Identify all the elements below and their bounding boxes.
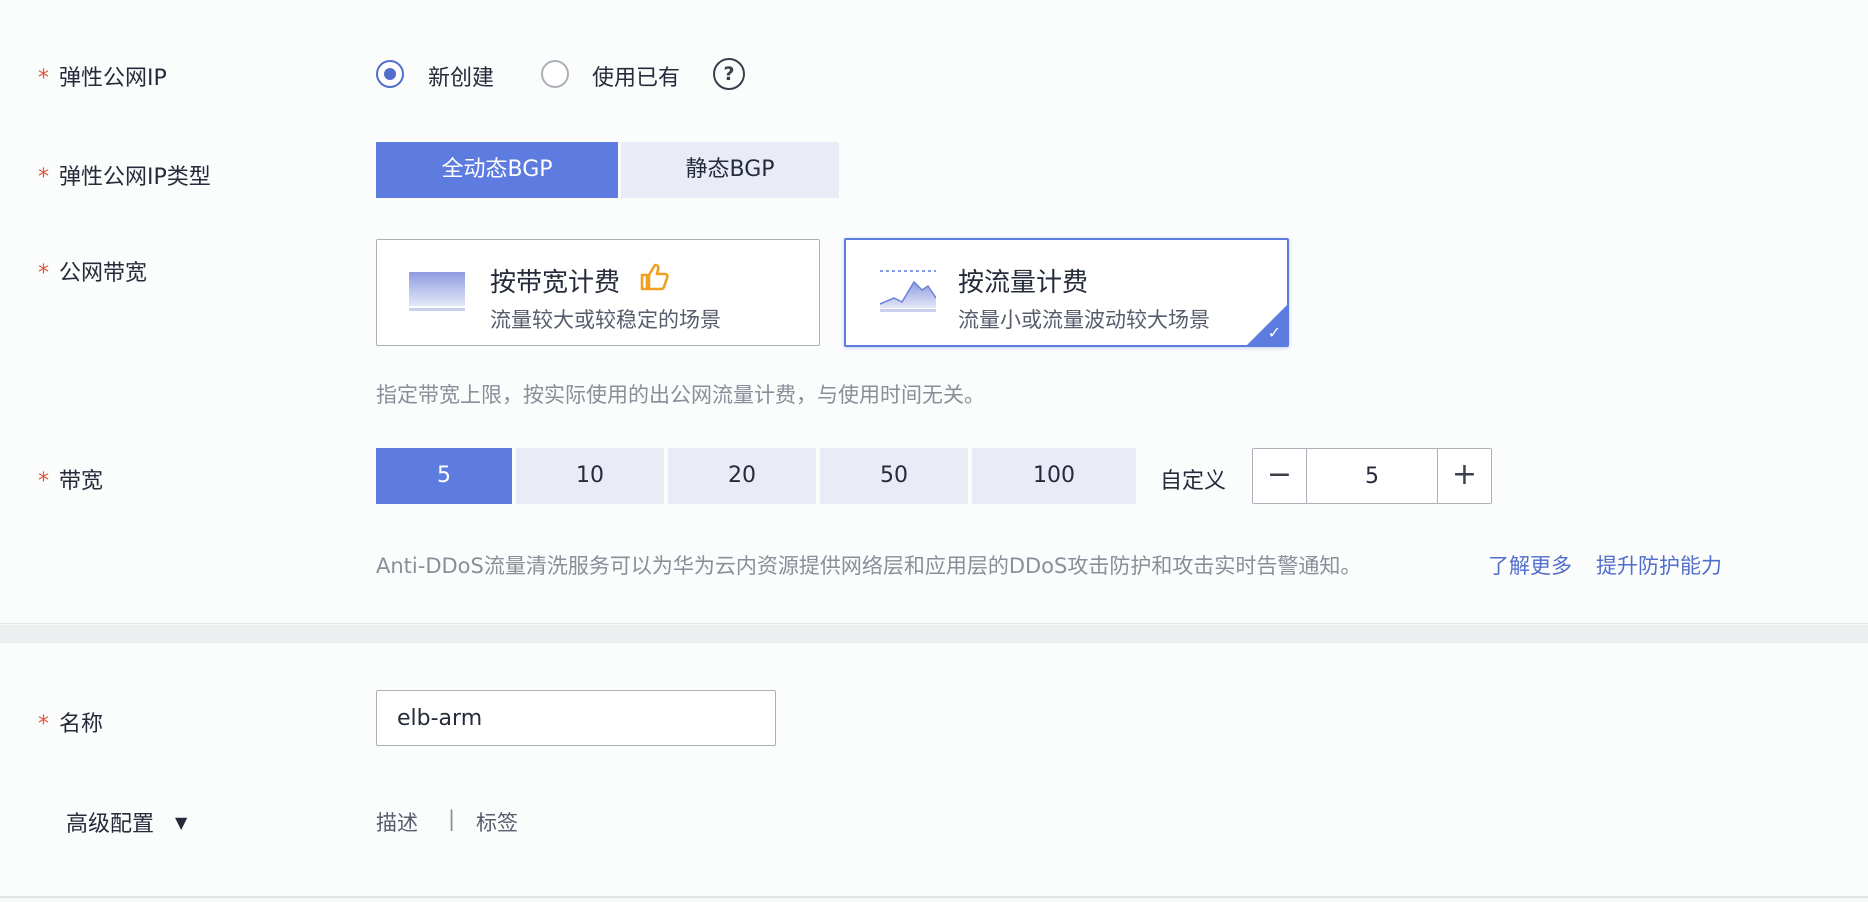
bandwidth-option-20[interactable]: 20 <box>668 448 816 504</box>
bandwidth-stepper: − + <box>1252 448 1492 504</box>
eip-label: * 弹性公网IP <box>38 66 167 91</box>
bandwidth-option-50[interactable]: 50 <box>820 448 968 504</box>
radio-use-existing[interactable] <box>541 60 569 88</box>
billing-card-desc: 流量小或流量波动较大场景 <box>958 308 1210 332</box>
bandwidth-option-5[interactable]: 5 <box>376 448 512 504</box>
eip-type-static-bgp[interactable]: 静态BGP <box>621 142 839 198</box>
caret-down-icon: ▼ <box>175 813 188 832</box>
learn-more-link[interactable]: 了解更多 <box>1488 550 1572 580</box>
section-separator <box>0 625 1868 643</box>
bandwidth-mode-label: * 公网带宽 <box>38 261 148 286</box>
advanced-tab-tags[interactable]: 标签 <box>476 807 518 837</box>
required-mark: * <box>38 469 49 494</box>
name-input[interactable] <box>376 690 776 746</box>
anti-ddos-text: Anti-DDoS流量清洗服务可以为华为云内资源提供网络层和应用层的DDoS攻击… <box>376 554 1362 578</box>
eip-type-label: * 弹性公网IP类型 <box>38 165 211 190</box>
billing-card-title: 按流量计费 <box>958 268 1089 298</box>
required-mark: * <box>38 712 49 737</box>
upgrade-protection-link[interactable]: 提升防护能力 <box>1596 550 1722 580</box>
billing-card-by-traffic[interactable]: 按流量计费 流量小或流量波动较大场景 ✓ <box>844 238 1289 347</box>
radio-new-create-label[interactable]: 新创建 <box>428 60 494 92</box>
advanced-tab-description[interactable]: 描述 <box>376 807 418 837</box>
bandwidth-option-10[interactable]: 10 <box>516 448 664 504</box>
tab-divider: | <box>448 807 456 831</box>
billing-card-by-bandwidth[interactable]: 按带宽计费 流量较大或较稳定的场景 <box>376 239 820 346</box>
plus-icon[interactable]: + <box>1437 449 1491 503</box>
thumbs-up-icon <box>639 262 669 292</box>
billing-card-title: 按带宽计费 <box>490 268 621 298</box>
required-mark: * <box>38 261 49 286</box>
bandwidth-custom-label: 自定义 <box>1160 469 1227 494</box>
eip-type-dynamic-bgp[interactable]: 全动态BGP <box>376 142 618 198</box>
billing-card-desc: 流量较大或较稳定的场景 <box>490 308 721 332</box>
required-mark: * <box>38 66 49 91</box>
advanced-config-toggle[interactable]: 高级配置 ▼ <box>66 806 187 838</box>
bandwidth-chart-icon <box>409 270 465 314</box>
bandwidth-option-100[interactable]: 100 <box>972 448 1136 504</box>
traffic-chart-icon <box>879 268 937 314</box>
name-label: * 名称 <box>38 712 104 737</box>
basic-info-panel <box>0 643 1868 898</box>
required-mark: * <box>38 165 49 190</box>
bandwidth-label: * 带宽 <box>38 469 104 494</box>
question-circle-icon[interactable]: ? <box>713 58 745 90</box>
radio-new-create[interactable] <box>376 60 404 88</box>
minus-icon[interactable]: − <box>1253 449 1307 503</box>
radio-use-existing-label[interactable]: 使用已有 <box>592 60 680 92</box>
check-icon: ✓ <box>1267 323 1281 342</box>
bandwidth-mode-hint: 指定带宽上限，按实际使用的出公网流量计费，与使用时间无关。 <box>376 383 985 407</box>
bandwidth-custom-input[interactable] <box>1308 449 1436 503</box>
